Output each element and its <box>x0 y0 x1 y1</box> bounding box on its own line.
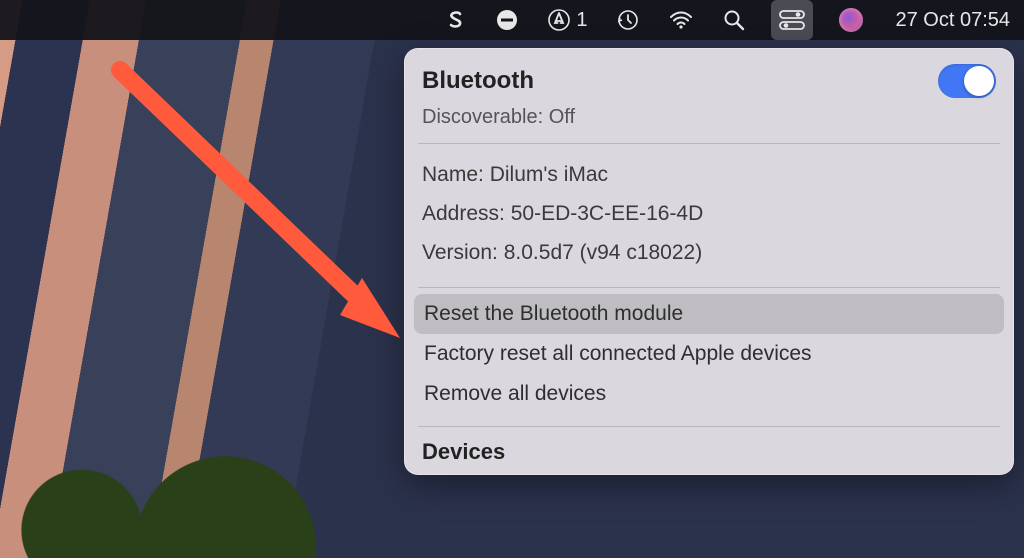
menubar-siri-icon[interactable] <box>835 0 867 40</box>
reset-bluetooth-module[interactable]: Reset the Bluetooth module <box>414 294 1004 334</box>
appstore-badge: 1 <box>576 9 587 32</box>
menubar-app-s-icon[interactable] <box>442 0 470 40</box>
device-info: Name: Dilum's iMac Address: 50-ED-3C-EE-… <box>404 144 1014 287</box>
discoverable-value: Off <box>549 106 575 128</box>
debug-actions: Reset the Bluetooth module Factory reset… <box>404 288 1014 426</box>
version-value: 8.0.5d7 (v94 c18022) <box>504 241 702 264</box>
bluetooth-panel: Bluetooth Discoverable: Off Name: Dilum'… <box>404 48 1014 475</box>
address-value: 50-ED-3C-EE-16-4D <box>511 202 704 225</box>
panel-title: Bluetooth <box>422 67 534 95</box>
menubar-datetime[interactable]: 27 Oct 07:54 <box>895 9 1010 32</box>
version-label: Version: <box>422 241 498 264</box>
factory-reset-devices[interactable]: Factory reset all connected Apple device… <box>414 334 1004 374</box>
name-label: Name: <box>422 163 484 186</box>
address-label: Address: <box>422 202 505 225</box>
bluetooth-toggle[interactable] <box>938 64 996 98</box>
menubar-wifi-icon[interactable] <box>665 0 697 40</box>
discoverable-row: Discoverable: Off <box>404 102 1014 143</box>
remove-all-devices[interactable]: Remove all devices <box>414 374 1004 414</box>
menubar-spotlight-icon[interactable] <box>719 0 749 40</box>
menubar: 1 27 Oct 07:54 <box>0 0 1024 40</box>
menubar-dnd-icon[interactable] <box>492 0 522 40</box>
menubar-control-center-icon[interactable] <box>771 0 813 40</box>
discoverable-label: Discoverable: <box>422 106 543 128</box>
name-value: Dilum's iMac <box>490 163 608 186</box>
menubar-timemachine-icon[interactable] <box>613 0 643 40</box>
devices-heading: Devices <box>404 427 1014 475</box>
menubar-appstore-icon[interactable]: 1 <box>544 0 591 40</box>
